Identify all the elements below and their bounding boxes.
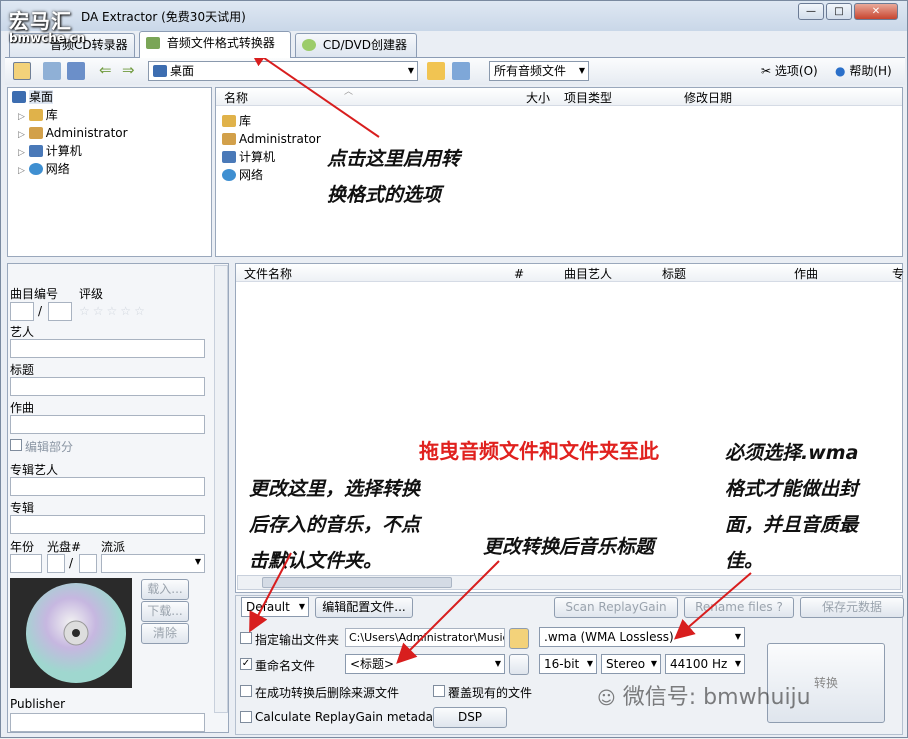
- annotation-arrows: [247, 46, 752, 664]
- converter-icon: [146, 37, 160, 49]
- tab-label: 音频文件格式转换器: [166, 36, 275, 50]
- wechat-icon: ☺: [597, 688, 616, 709]
- arrow-to-rename-field: [396, 560, 500, 664]
- arrow-to-output-folder: [249, 552, 292, 633]
- tab-audio-converter[interactable]: 音频文件格式转换器: [139, 31, 291, 58]
- arrow-to-format-combo: [673, 572, 752, 640]
- app-window: 宏马汇 DA Extractor (免费30天试用) — □ ✕ 音频CD转录器…: [0, 0, 908, 738]
- wechat-watermark: ☺ 微信号: bmwhuiju: [597, 685, 811, 710]
- arrow-to-converter-tab: [247, 46, 380, 138]
